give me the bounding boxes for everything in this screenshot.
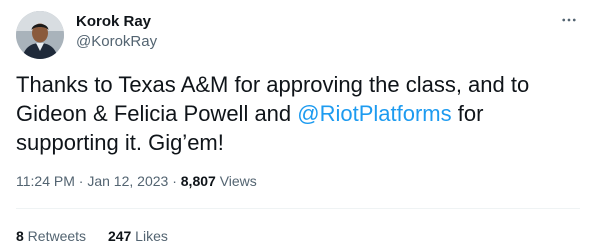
divider <box>16 208 580 209</box>
views-label: Views <box>215 173 257 189</box>
likes-count: 247 <box>107 228 132 244</box>
retweets-label: Retweets <box>23 228 87 244</box>
meta-separator: · <box>74 173 88 189</box>
more-horizontal-icon <box>562 18 576 22</box>
views-count: 8,807 <box>180 173 216 189</box>
author-name[interactable]: Korok Ray <box>76 13 151 31</box>
retweets-stat[interactable]: 8 Retweets <box>16 228 86 244</box>
avatar-image <box>16 11 64 59</box>
likes-stat[interactable]: 247 Likes <box>108 228 168 244</box>
meta-separator: · <box>168 173 181 189</box>
retweets-count: 8 <box>16 228 24 244</box>
author-handle[interactable]: @KorokRay <box>76 33 157 51</box>
tweet-card: Korok Ray @KorokRay Thanks to Texas A&M … <box>0 0 596 250</box>
tweet-meta: 11:24 PM · Jan 12, 2023 · 8,807 Views <box>16 172 257 190</box>
avatar[interactable] <box>16 11 64 59</box>
likes-label: Likes <box>131 228 168 244</box>
more-options-button[interactable] <box>556 10 582 30</box>
tweet-date[interactable]: Jan 12, 2023 <box>87 173 168 189</box>
tweet-text: Thanks to Texas A&M for approving the cl… <box>16 70 576 157</box>
tweet-stats: 8 Retweets 247 Likes <box>16 227 186 245</box>
mention-link[interactable]: @RiotPlatforms <box>297 101 451 126</box>
tweet-time[interactable]: 11:24 PM <box>16 173 75 189</box>
